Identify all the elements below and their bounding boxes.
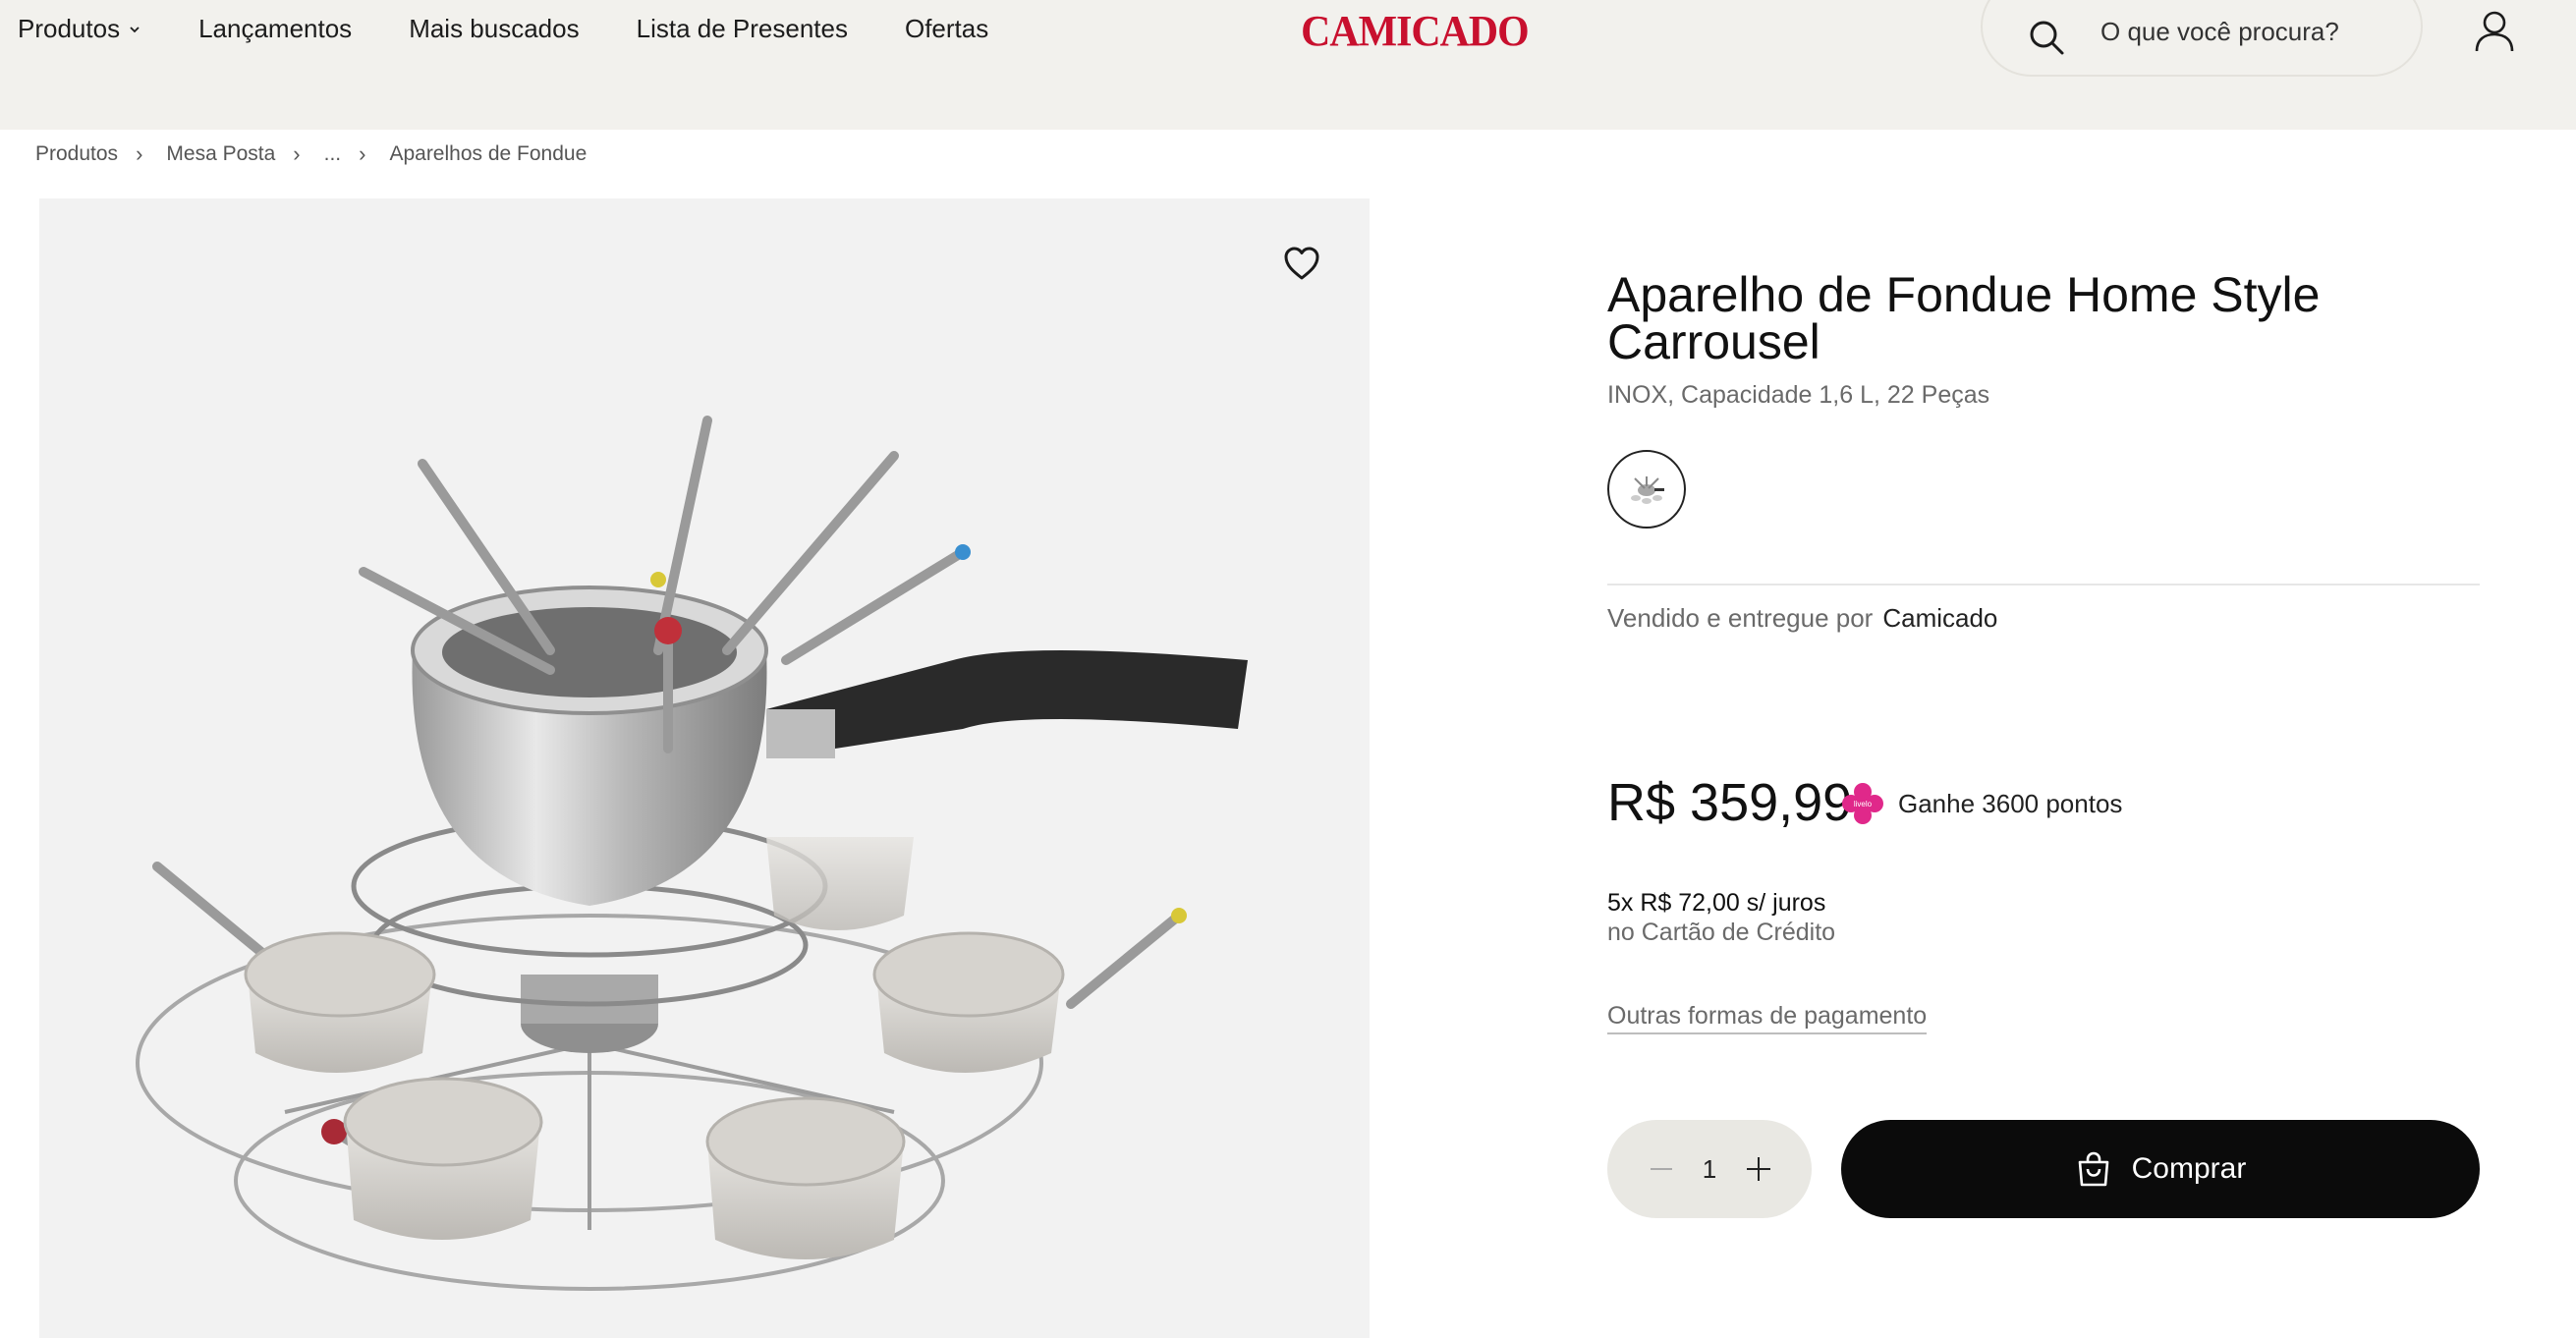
- search-input[interactable]: [2100, 12, 2395, 51]
- buy-button-label: Comprar: [2131, 1152, 2247, 1185]
- nav-item-label: Mais buscados: [409, 14, 580, 43]
- buy-button[interactable]: Comprar: [1841, 1120, 2480, 1218]
- breadcrumb-item-produtos[interactable]: Produtos: [35, 142, 118, 166]
- nav-item-label: Lançamentos: [198, 14, 353, 43]
- installments-method: no Cartão de Crédito: [1607, 919, 1836, 946]
- points-badge: livelo Ganhe 3600 pontos: [1841, 782, 2122, 825]
- seller-label: Vendido e entregue por: [1607, 603, 1874, 633]
- livelo-icon: livelo: [1842, 783, 1883, 824]
- variant-thumbnail[interactable]: [1607, 450, 1686, 529]
- shopping-bag-icon: [2078, 1151, 2108, 1187]
- product-subtitle: INOX, Capacidade 1,6 L, 22 Peças: [1607, 381, 1990, 409]
- nav-item-mais-buscados[interactable]: Mais buscados: [409, 14, 579, 44]
- user-icon[interactable]: [2474, 10, 2515, 53]
- nav-item-lancamentos[interactable]: Lançamentos: [198, 14, 352, 44]
- other-payments-link[interactable]: Outras formas de pagamento: [1607, 1002, 1928, 1034]
- product-price: R$ 359,99: [1607, 773, 1853, 832]
- site-logo[interactable]: CAMICADO: [1301, 6, 1530, 56]
- breadcrumb-item-mesa-posta[interactable]: Mesa Posta: [166, 142, 275, 166]
- seller-name: Camicado: [1882, 603, 1998, 633]
- product-title: Aparelho de Fondue Home Style Carrousel: [1607, 267, 2321, 369]
- divider: [1607, 584, 2480, 585]
- nav-item-produtos[interactable]: Produtos: [18, 14, 141, 44]
- breadcrumb-item-current: Aparelhos de Fondue: [389, 142, 588, 165]
- breadcrumb: Produtos › Mesa Posta › ... › Aparelhos …: [35, 141, 587, 167]
- search-icon[interactable]: [2028, 19, 2065, 56]
- nav-item-lista-de-presentes[interactable]: Lista de Presentes: [637, 14, 848, 44]
- chevron-down-icon: [130, 26, 140, 32]
- breadcrumb-item-ellipsis[interactable]: ...: [324, 142, 342, 166]
- installments-info: 5x R$ 72,00 s/ juros no Cartão de Crédit…: [1607, 888, 1835, 947]
- chevron-right-icon: ›: [359, 141, 366, 166]
- plus-icon[interactable]: [1747, 1157, 1770, 1181]
- fondue-set-illustration: [136, 416, 1248, 1291]
- heart-icon[interactable]: [1283, 246, 1320, 281]
- quantity-value: 1: [1702, 1153, 1717, 1184]
- search-box: [1981, 0, 2423, 77]
- site-header: Produtos Lançamentos Mais buscados Lista…: [0, 0, 2576, 130]
- product-image[interactable]: [39, 198, 1370, 1338]
- chevron-right-icon: ›: [136, 141, 143, 166]
- nav-item-label: Lista de Presentes: [636, 14, 848, 43]
- fondue-thumbnail-icon: [1631, 476, 1664, 504]
- points-label: Ganhe 3600 pontos: [1898, 788, 2123, 818]
- minus-icon[interactable]: [1651, 1168, 1672, 1170]
- nav-item-label: Ofertas: [904, 14, 989, 43]
- nav-item-label: Produtos: [18, 14, 121, 43]
- seller-info: Vendido e entregue por Camicado: [1607, 603, 1997, 634]
- quantity-stepper: 1: [1607, 1120, 1812, 1218]
- chevron-right-icon: ›: [293, 141, 301, 166]
- nav-item-ofertas[interactable]: Ofertas: [905, 14, 988, 44]
- main-nav: Produtos Lançamentos Mais buscados Lista…: [18, 14, 1045, 44]
- livelo-brand: livelo: [1854, 800, 1873, 808]
- installments-value: 5x R$ 72,00 s/ juros: [1607, 889, 1826, 917]
